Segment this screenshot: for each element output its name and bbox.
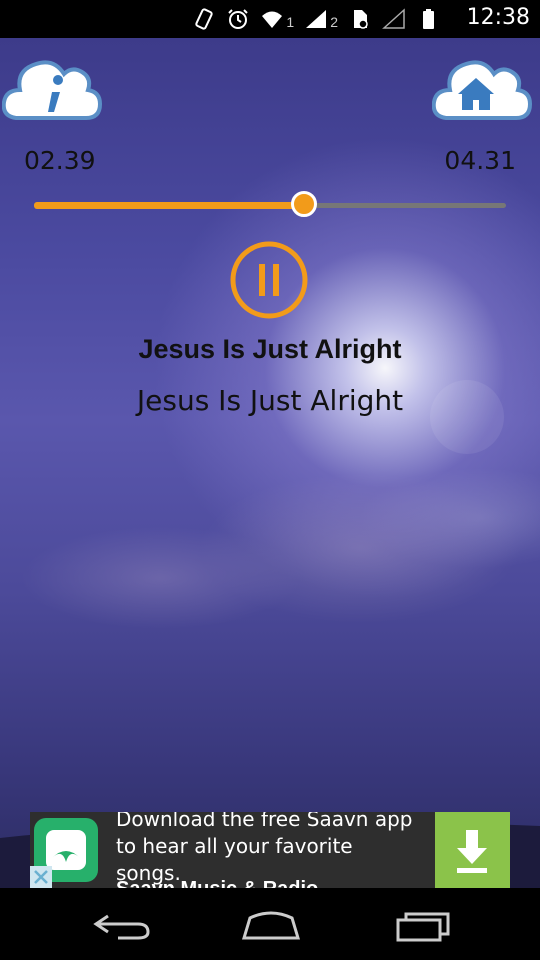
download-icon — [457, 830, 487, 873]
ad-title: Saavn Music & Radio — [116, 878, 318, 888]
elapsed-time: 02.39 — [24, 146, 96, 175]
cloud-layer — [0, 458, 540, 718]
wifi-icon — [262, 11, 283, 28]
recents-button[interactable] — [388, 906, 458, 944]
song-artist: Jesus Is Just Alright — [136, 384, 404, 417]
seek-thumb[interactable] — [291, 191, 318, 217]
vibrate-icon — [195, 8, 214, 30]
status-bar: 1 2 12:38 — [0, 0, 540, 38]
home-icon — [241, 911, 301, 940]
status-icons: 1 2 — [192, 8, 440, 30]
alarm-icon — [228, 9, 249, 29]
sim-card-icon — [354, 10, 368, 29]
sim2-label: 2 — [330, 14, 338, 30]
seek-bar[interactable] — [34, 191, 506, 217]
home-cloud-icon — [431, 60, 533, 120]
signal-icon — [382, 8, 405, 29]
ad-download-button[interactable] — [435, 812, 510, 888]
seek-progress — [34, 202, 305, 209]
signal-icon — [306, 10, 327, 28]
ad-close-button[interactable] — [30, 866, 52, 888]
sim1-label: 1 — [286, 14, 295, 30]
close-icon — [34, 870, 48, 884]
ad-description: Download the free Saavn app to hear all … — [116, 812, 413, 885]
home-nav-button[interactable] — [236, 906, 306, 944]
pause-button[interactable] — [229, 240, 309, 320]
ad-banner[interactable]: Download the free Saavn app to hear all … — [30, 812, 510, 888]
battery-icon — [423, 9, 434, 29]
back-button[interactable] — [88, 906, 158, 944]
pause-icon — [230, 241, 308, 319]
song-title: Jesus Is Just Alright — [138, 334, 402, 364]
info-cloud-icon — [1, 60, 103, 120]
status-time: 12:38 — [466, 5, 530, 30]
home-button[interactable] — [431, 50, 533, 128]
recents-icon — [396, 912, 450, 942]
total-time: 04.31 — [444, 146, 516, 175]
navigation-bar — [0, 888, 540, 960]
back-icon — [93, 914, 150, 940]
info-button[interactable] — [1, 50, 103, 128]
